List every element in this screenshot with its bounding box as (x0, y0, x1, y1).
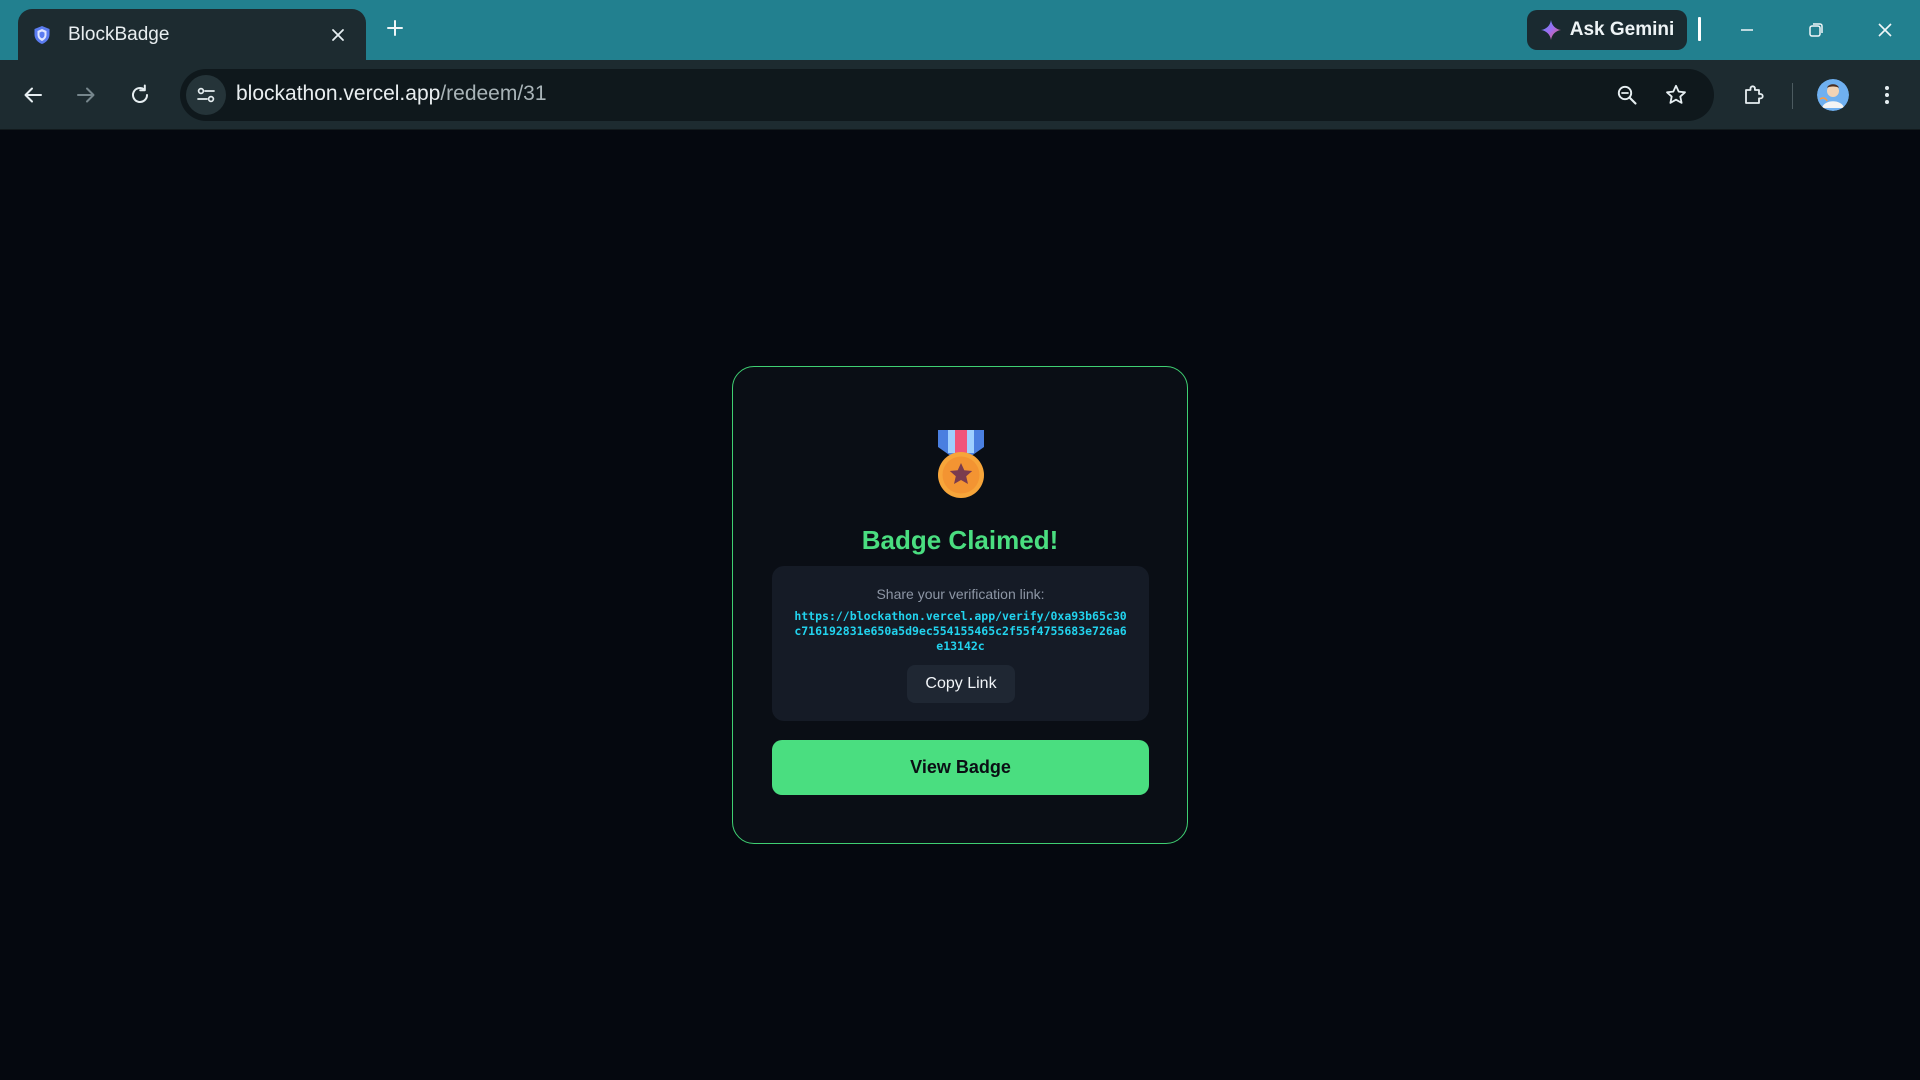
browser-toolbar: blockathon.vercel.app/redeem/31 (0, 60, 1920, 130)
ask-gemini-button[interactable]: Ask Gemini (1527, 10, 1687, 50)
tab-title: BlockBadge (68, 23, 170, 45)
zoom-icon[interactable] (1613, 81, 1641, 109)
bookmark-star-icon[interactable] (1662, 81, 1690, 109)
tab-close-icon[interactable] (324, 21, 352, 49)
restore-icon[interactable] (1798, 12, 1834, 48)
reload-icon[interactable] (122, 77, 158, 113)
share-link-panel: Share your verification link: https://bl… (772, 566, 1149, 721)
browser-titlebar: BlockBadge Ask Gemini (0, 0, 1920, 60)
medal-icon (938, 430, 984, 498)
browser-tab[interactable]: BlockBadge (18, 9, 366, 60)
back-arrow-icon[interactable] (15, 77, 51, 113)
page-content: Badge Claimed! Share your verification l… (0, 131, 1920, 1080)
site-settings-icon[interactable] (186, 75, 226, 115)
url-host: blockathon.vercel.app (236, 82, 441, 105)
verification-link[interactable]: https://blockathon.vercel.app/verify/0xa… (792, 609, 1129, 654)
new-tab-plus-icon[interactable] (381, 14, 409, 42)
ask-gemini-label: Ask Gemini (1569, 19, 1675, 40)
toolbar-divider (1792, 83, 1793, 109)
gemini-sparkle-icon (1540, 20, 1561, 40)
minimize-icon[interactable] (1729, 12, 1765, 48)
forward-arrow-icon[interactable] (68, 77, 104, 113)
profile-avatar[interactable] (1817, 79, 1849, 111)
view-badge-button[interactable]: View Badge (772, 740, 1149, 795)
url-path: /redeem/31 (440, 82, 547, 105)
extensions-puzzle-icon[interactable] (1736, 77, 1772, 113)
more-menu-icon[interactable] (1869, 77, 1905, 113)
share-label: Share your verification link: (876, 586, 1045, 602)
badge-claimed-heading: Badge Claimed! (861, 525, 1059, 555)
shield-icon (32, 25, 52, 45)
titlebar-divider (1698, 17, 1701, 41)
close-window-icon[interactable] (1867, 12, 1903, 48)
url-text[interactable]: blockathon.vercel.app/redeem/31 (236, 82, 547, 106)
badge-claim-card: Badge Claimed! Share your verification l… (732, 366, 1188, 844)
copy-link-button[interactable]: Copy Link (907, 665, 1015, 703)
address-bar[interactable]: blockathon.vercel.app/redeem/31 (180, 69, 1714, 121)
